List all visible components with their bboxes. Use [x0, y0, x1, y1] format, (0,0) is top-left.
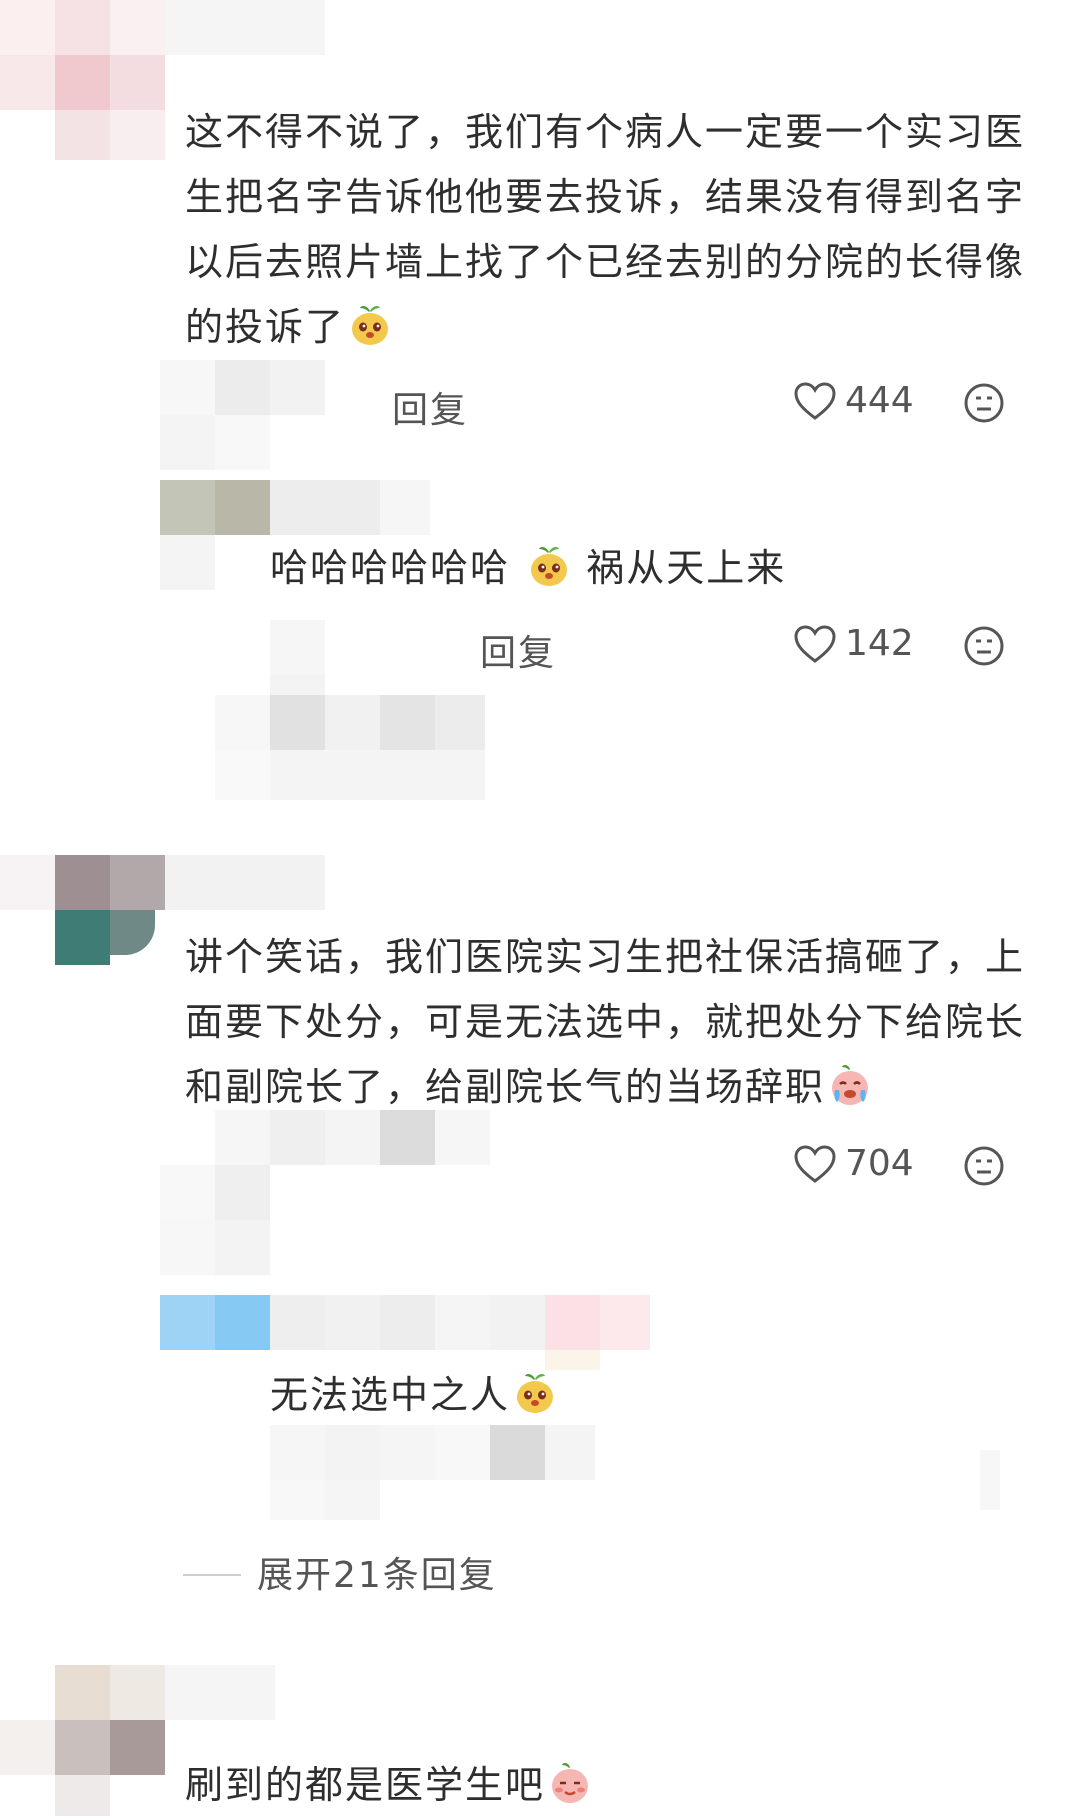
heart-icon: [794, 1144, 836, 1183]
like-count: 142: [845, 623, 914, 664]
reply-text-body: 无法选中之人: [270, 1373, 511, 1417]
reply-button[interactable]: 回复: [480, 624, 556, 676]
comment-body: 刷到的都是医学生吧: [185, 1763, 546, 1807]
expand-divider: [183, 1574, 241, 1576]
radish-emoji-icon: [517, 1374, 554, 1413]
like-count: 704: [845, 1143, 914, 1184]
comment-text: 这不得不说了，我们有个病人一定要一个实习医生把名字告诉他他要去投诉，结果没有得到…: [185, 100, 1025, 360]
radish-emoji-icon: [531, 547, 568, 586]
like-button[interactable]: 444: [793, 380, 914, 421]
like-button[interactable]: 142: [793, 623, 914, 664]
reply-button[interactable]: 回复: [392, 381, 468, 433]
dislike-face-icon[interactable]: [963, 382, 1005, 424]
reply-text: 无法选中之人: [270, 1365, 558, 1425]
heart-icon: [794, 624, 836, 663]
radish-emoji-icon: [352, 306, 389, 345]
reply-actions-pixelated: [980, 1450, 1000, 1510]
like-button[interactable]: 704: [793, 1143, 914, 1184]
reply-text-part-b: 祸从天上来: [586, 546, 787, 590]
like-count: 444: [845, 380, 914, 421]
reply-timestamp-pixelated: [215, 620, 485, 800]
timestamp-pixelated: [160, 1110, 540, 1275]
reply-text: 哈哈哈哈哈哈 祸从天上来: [270, 538, 786, 598]
expand-replies-button[interactable]: 展开21条回复: [257, 1546, 497, 1598]
comment-text: 讲个笑话，我们医院实习生把社保活搞砸了，上面要下处分，可是无法选中，就把处分下给…: [185, 925, 1025, 1120]
comment-body: 讲个笑话，我们医院实习生把社保活搞砸了，上面要下处分，可是无法选中，就把处分下给…: [185, 935, 1026, 1109]
crying-emoji-icon: [832, 1064, 869, 1105]
blush-emoji-icon: [552, 1762, 589, 1803]
reply-avatar-pixelated[interactable]: [160, 1295, 650, 1370]
comment-text: 刷到的都是医学生吧: [185, 1753, 1025, 1818]
comment-body: 这不得不说了，我们有个病人一定要一个实习医生把名字告诉他他要去投诉，结果没有得到…: [185, 110, 1026, 349]
reply-text-part-a: 哈哈哈哈哈哈: [270, 546, 511, 590]
heart-icon: [794, 381, 836, 420]
reply-timestamp-pixelated: [270, 1425, 595, 1535]
dislike-face-icon[interactable]: [963, 1145, 1005, 1187]
dislike-face-icon[interactable]: [963, 625, 1005, 667]
